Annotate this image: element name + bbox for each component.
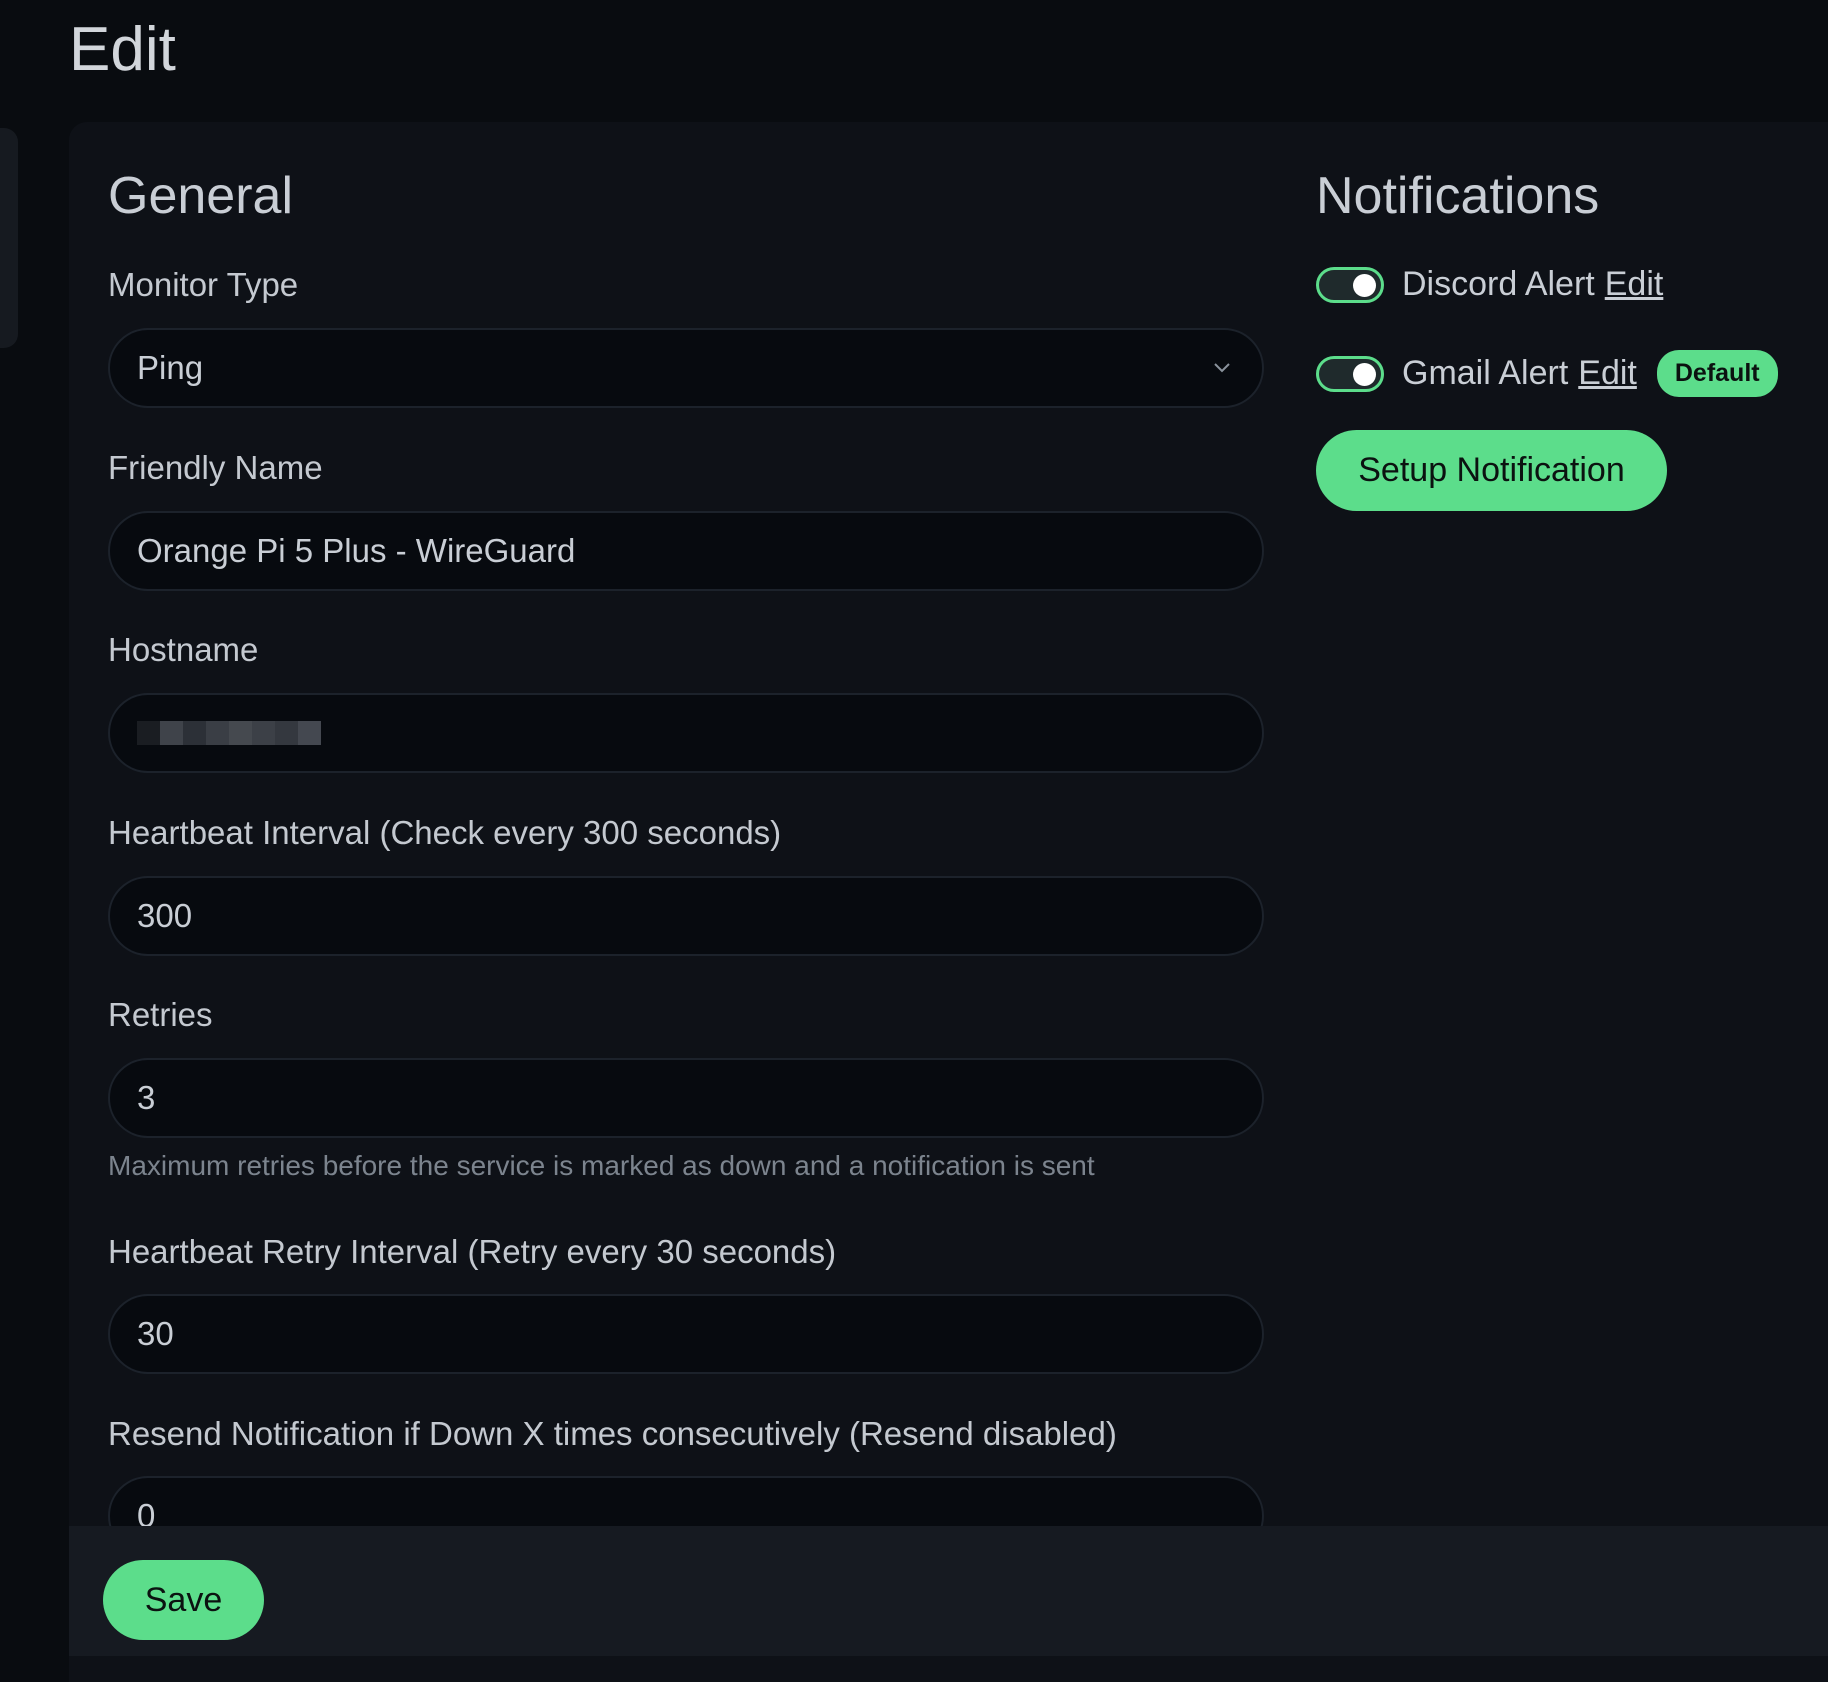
notification-name: Gmail Alert [1402,354,1569,392]
hostname-input[interactable] [108,693,1264,773]
retry-interval-value: 30 [137,1315,174,1352]
retries-value: 3 [137,1079,156,1116]
chevron-down-icon [1214,363,1230,373]
footer-bar [69,1526,1828,1656]
notification-item-gmail: Gmail Alert Edit Default [1316,350,1778,397]
general-section-title: General [108,167,293,225]
notification-name: Discord Alert [1402,265,1595,303]
hostname-label: Hostname [108,631,259,668]
notifications-section-title: Notifications [1316,167,1600,225]
sidebar-edge [0,128,18,348]
toggle-knob [1353,362,1376,386]
discord-alert-edit-link[interactable]: Edit [1605,265,1664,304]
monitor-type-value: Ping [137,349,204,386]
notification-item-discord: Discord Alert Edit [1316,265,1663,304]
heartbeat-interval-input[interactable]: 300 [108,876,1264,956]
toggle-knob [1353,273,1376,297]
friendly-name-value: Orange Pi 5 Plus - WireGuard [137,532,576,569]
page-title: Edit [69,15,176,84]
monitor-type-select[interactable]: Ping [108,328,1264,408]
monitor-type-label: Monitor Type [108,266,299,303]
resend-label: Resend Notification if Down X times cons… [108,1415,1117,1452]
setup-notification-button[interactable]: Setup Notification [1316,430,1667,511]
friendly-name-label: Friendly Name [108,449,323,486]
discord-alert-toggle[interactable] [1316,266,1384,303]
redacted-hostname-value [137,721,321,745]
retry-interval-input[interactable]: 30 [108,1294,1264,1374]
gmail-alert-edit-link[interactable]: Edit [1578,354,1637,393]
retries-label: Retries [108,996,213,1033]
retries-input[interactable]: 3 [108,1058,1264,1138]
friendly-name-input[interactable]: Orange Pi 5 Plus - WireGuard [108,511,1264,591]
gmail-alert-toggle[interactable] [1316,355,1384,392]
default-badge: Default [1656,350,1778,397]
save-button[interactable]: Save [103,1560,264,1640]
heartbeat-interval-value: 300 [137,897,193,934]
heartbeat-interval-label: Heartbeat Interval (Check every 300 seco… [108,814,782,851]
retry-interval-label: Heartbeat Retry Interval (Retry every 30… [108,1233,837,1270]
retries-help-text: Maximum retries before the service is ma… [108,1150,1095,1181]
